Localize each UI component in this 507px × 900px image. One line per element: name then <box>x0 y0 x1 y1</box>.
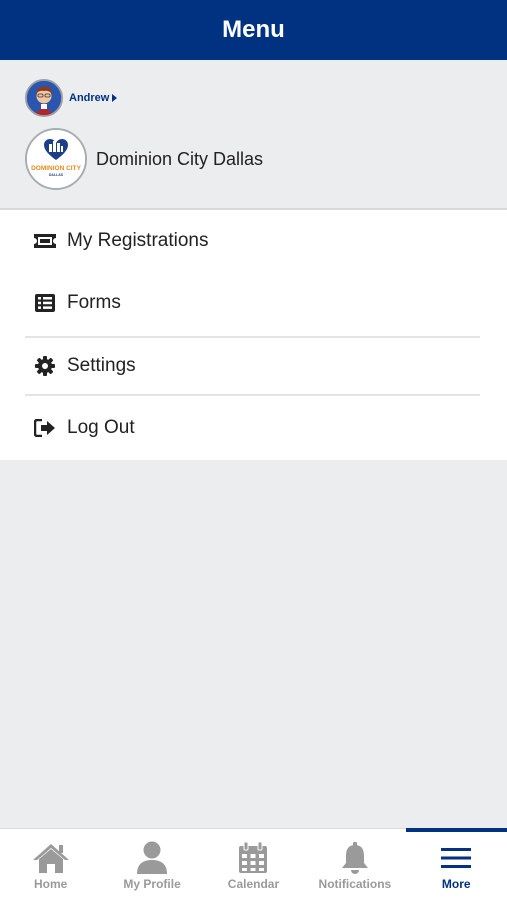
hamburger-icon <box>441 841 472 875</box>
tab-home[interactable]: Home <box>0 829 101 900</box>
ticket-icon <box>33 229 57 253</box>
page-title: Menu <box>222 16 285 43</box>
caret-right-icon <box>112 94 118 102</box>
sign-out-icon <box>33 416 57 440</box>
tab-notifications[interactable]: Notifications <box>304 829 405 900</box>
tab-label: Calendar <box>227 877 280 891</box>
avatar <box>25 79 63 117</box>
tab-calendar[interactable]: Calendar <box>203 829 304 900</box>
menu-item-settings[interactable]: Settings <box>25 335 480 397</box>
menu-item-forms[interactable]: Forms <box>25 272 480 334</box>
church-logo-subtext: DALLAS <box>49 173 64 177</box>
church-logo-text: DOMINION CITY <box>31 165 81 172</box>
menu-item-label: Forms <box>67 292 121 313</box>
home-icon <box>31 841 71 875</box>
profile-section: Andrew DOMINION CITY DALLAS Dominion Cit… <box>0 60 507 208</box>
bottom-tab-bar: Home My Profile Calendar Notifications M… <box>0 828 507 900</box>
menu-item-log-out[interactable]: Log Out <box>25 397 480 459</box>
menu-item-label: Settings <box>67 355 136 376</box>
bell-icon <box>340 841 370 875</box>
tab-label: More <box>441 877 471 891</box>
menu-separator <box>25 394 480 396</box>
user-name: Andrew <box>69 92 110 104</box>
menu-item-label: Log Out <box>67 417 135 438</box>
tab-label: My Profile <box>123 877 181 891</box>
menu-item-my-registrations[interactable]: My Registrations <box>25 210 480 272</box>
menu-item-label: My Registrations <box>67 230 209 251</box>
church-logo: DOMINION CITY DALLAS <box>25 128 87 190</box>
gear-icon <box>33 354 57 378</box>
header-bar: Menu <box>0 0 507 60</box>
menu-list: My Registrations Forms Settings Log Out <box>0 210 507 460</box>
tab-label: Notifications <box>318 877 392 891</box>
church-name: Dominion City Dallas <box>96 148 264 169</box>
calendar-icon <box>238 841 268 875</box>
tab-my-profile[interactable]: My Profile <box>101 829 202 900</box>
list-icon <box>33 291 57 315</box>
tab-label: Home <box>34 877 68 891</box>
tab-more[interactable]: More <box>405 828 507 900</box>
user-profile-link[interactable]: Andrew <box>25 79 118 117</box>
user-icon <box>136 841 168 875</box>
church-selector[interactable]: DOMINION CITY DALLAS Dominion City Dalla… <box>25 128 263 190</box>
